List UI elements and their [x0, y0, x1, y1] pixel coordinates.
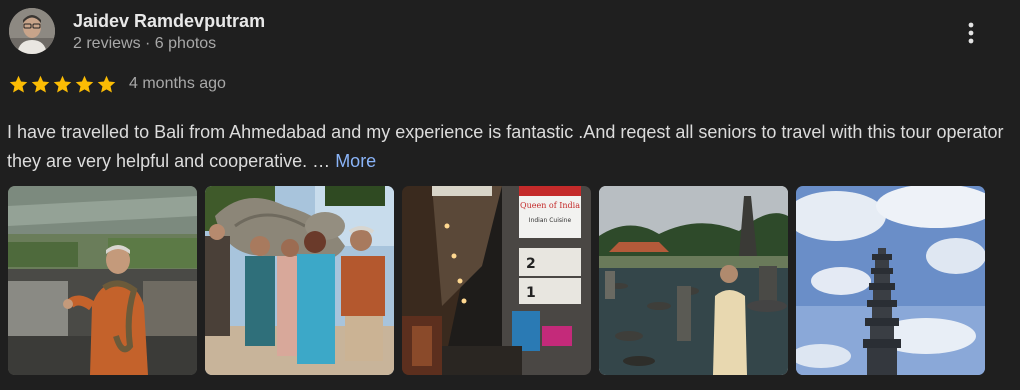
photo-group-with-turtle-statue[interactable] — [205, 186, 394, 375]
more-options-button[interactable] — [958, 18, 984, 48]
review-card: Jaidev Ramdevputram 2 reviews · 6 photos… — [0, 0, 1020, 390]
review-header: Jaidev Ramdevputram 2 reviews · 6 photos — [9, 8, 265, 55]
star-icon — [75, 75, 94, 93]
photo-icon — [599, 186, 788, 375]
photo-icon — [796, 186, 985, 375]
author-name[interactable]: Jaidev Ramdevputram — [73, 9, 265, 33]
photo-man-with-snake[interactable] — [8, 186, 197, 375]
more-link[interactable]: More — [335, 151, 376, 171]
star-rating — [8, 74, 117, 95]
restaurant-sign-name: Queen of India — [520, 201, 580, 210]
restaurant-sign-sub: Indian Cuisine — [529, 217, 572, 224]
star-icon — [31, 75, 50, 93]
author-avatar[interactable] — [9, 8, 55, 54]
star-icon — [9, 75, 28, 93]
author-meta: 2 reviews · 6 photos — [73, 35, 217, 52]
rating-row: 4 months ago — [8, 73, 226, 95]
photo-pagoda-tower-sky[interactable] — [796, 186, 985, 375]
avatar-icon — [9, 8, 55, 54]
photo-icon: Queen of India Indian Cuisine 2 1 — [402, 186, 591, 375]
photo-icon — [205, 186, 394, 375]
review-text: I have travelled to Bali from Ahmedabad … — [7, 118, 1007, 176]
photo-icon — [8, 186, 197, 375]
review-body: I have travelled to Bali from Ahmedabad … — [7, 122, 1004, 171]
photo-restaurant-street-at-night[interactable]: Queen of India Indian Cuisine 2 1 — [402, 186, 591, 375]
star-icon — [97, 75, 116, 93]
floor-sign-down: 1 — [526, 285, 536, 301]
floor-sign-up: 2 — [526, 256, 536, 272]
photo-man-at-water-garden[interactable] — [599, 186, 788, 375]
photo-strip: Queen of India Indian Cuisine 2 1 — [8, 186, 985, 375]
author-info: Jaidev Ramdevputram 2 reviews · 6 photos — [73, 9, 265, 55]
vertical-dots-icon — [968, 22, 974, 44]
review-time: 4 months ago — [129, 75, 226, 92]
star-icon — [53, 75, 72, 93]
